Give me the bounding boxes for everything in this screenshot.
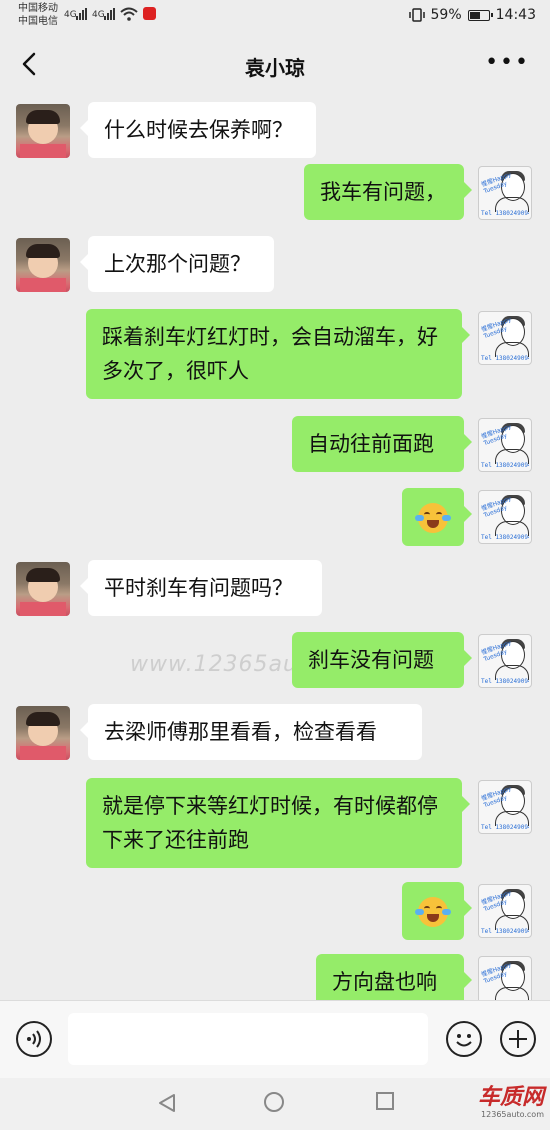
message-text: 自动往前面跑 [308, 432, 434, 456]
sent-message-bubble[interactable]: 我车有问题， [304, 164, 472, 220]
message-text: 踩着刹车灯红灯时，会自动溜车，好多次了，很吓人 [102, 325, 438, 383]
wifi-icon [120, 7, 138, 21]
clock: 14:43 [495, 7, 536, 23]
input-bar [0, 1000, 550, 1078]
sent-message-bubble[interactable]: 就是停下来等红灯时候，有时候都停下来了还往前跑 [86, 778, 470, 868]
system-home-icon[interactable] [264, 1092, 284, 1112]
brand-logo: 车质网 12365auto.com [478, 1086, 544, 1120]
my-avatar[interactable]: 惺惺Happy TuesdayTel 13802490946 [478, 634, 532, 688]
message-row: 什么时候去保养啊？ [0, 102, 550, 158]
my-avatar[interactable]: 惺惺Happy TuesdayTel 13802490946 [478, 956, 532, 1000]
message-row: 惺惺Happy TuesdayTel 13802490946 [0, 882, 550, 940]
contact-avatar[interactable] [16, 706, 70, 760]
sent-message-bubble[interactable] [402, 882, 472, 940]
message-row: 惺惺Happy TuesdayTel 13802490946 自动往前面跑 [0, 416, 550, 472]
battery-percent: 59% [430, 7, 462, 23]
received-message-bubble[interactable]: 平时刹车有问题吗？ [80, 560, 322, 616]
system-recent-apps-icon[interactable] [376, 1092, 394, 1110]
message-text: 上次那个问题？ [104, 252, 251, 276]
network-type-1: 4G [64, 10, 77, 20]
message-text: 方向盘也响 [332, 970, 437, 994]
message-input[interactable] [68, 1013, 428, 1065]
more-functions-button[interactable] [500, 1021, 536, 1057]
message-row: 上次那个问题？ [0, 236, 550, 292]
avatar-tel-text: Tel 13802490946 [481, 678, 529, 685]
message-text: 什么时候去保养啊？ [104, 118, 293, 142]
my-avatar[interactable]: 惺惺Happy TuesdayTel 13802490946 [478, 780, 532, 834]
message-row: 惺惺Happy TuesdayTel 13802490946 就是停下来等红灯时候… [0, 778, 550, 868]
message-row: 惺惺Happy TuesdayTel 13802490946 [0, 488, 550, 546]
my-avatar[interactable]: 惺惺Happy TuesdayTel 13802490946 [478, 166, 532, 220]
contact-avatar[interactable] [16, 238, 70, 292]
sent-message-bubble[interactable]: 自动往前面跑 [292, 416, 472, 472]
avatar-tel-text: Tel 13802490946 [481, 534, 529, 541]
brand-url: 12365auto.com [481, 1110, 544, 1119]
avatar-tel-text: Tel 13802490946 [481, 824, 529, 831]
received-message-bubble[interactable]: 上次那个问题？ [80, 236, 274, 292]
sent-message-bubble[interactable] [402, 488, 472, 546]
signal-icon-2 [104, 8, 115, 20]
emoji-button[interactable] [446, 1021, 482, 1057]
sent-message-bubble[interactable]: 方向盘也响 [316, 954, 472, 1000]
system-back-icon[interactable] [156, 1092, 178, 1114]
network-type-2: 4G [92, 10, 105, 20]
app-notification-icon [143, 7, 156, 20]
chat-title: 袁小琼 [245, 56, 305, 80]
crying-emoji [415, 897, 451, 927]
status-right: 59% 14:43 [408, 7, 536, 23]
message-row: 平时刹车有问题吗？ [0, 560, 550, 616]
voice-icon [27, 1030, 41, 1048]
carrier-1: 中国移动 [18, 3, 58, 14]
chat-header: 袁小琼 ••• [0, 36, 550, 96]
my-avatar[interactable]: 惺惺Happy TuesdayTel 13802490946 [478, 418, 532, 472]
carrier-2: 中国电信 [18, 16, 58, 27]
avatar-tel-text: Tel 13802490946 [481, 462, 529, 469]
contact-avatar[interactable] [16, 562, 70, 616]
more-options-icon[interactable]: ••• [485, 50, 530, 75]
vibrate-icon [408, 8, 425, 22]
brand-name: 车质网 [477, 1085, 544, 1110]
message-text: 我车有问题， [320, 180, 446, 204]
contact-avatar[interactable] [16, 104, 70, 158]
my-avatar[interactable]: 惺惺Happy TuesdayTel 13802490946 [478, 884, 532, 938]
chat-messages[interactable]: www.12365auto.com 什么时候去保养啊？ 惺惺Happy Tuesd… [0, 96, 550, 1000]
message-text: 平时刹车有问题吗？ [104, 576, 293, 600]
sent-message-bubble[interactable]: 踩着刹车灯红灯时，会自动溜车，好多次了，很吓人 [86, 309, 470, 399]
message-row: 去梁师傅那里看看，检查看看 [0, 704, 550, 760]
laughing-crying-emoji [415, 503, 451, 533]
my-avatar[interactable]: 惺惺Happy TuesdayTel 13802490946 [478, 490, 532, 544]
message-row: 惺惺Happy TuesdayTel 13802490946 方向盘也响 [0, 954, 550, 1000]
avatar-tel-text: Tel 13802490946 [481, 928, 529, 935]
status-bar: 中国移动 中国电信 4G 4G 59% 14:43 [0, 0, 550, 36]
avatar-tel-text: Tel 13802490946 [481, 210, 529, 217]
message-text: 就是停下来等红灯时候，有时候都停下来了还往前跑 [102, 794, 438, 852]
sent-message-bubble[interactable]: 刹车没有问题 [292, 632, 472, 688]
avatar-tel-text: Tel 13802490946 [481, 355, 529, 362]
voice-input-button[interactable] [16, 1021, 52, 1057]
battery-icon [467, 9, 493, 21]
system-nav-bar: 车质网 12365auto.com [0, 1078, 550, 1130]
message-row: 惺惺Happy TuesdayTel 13802490946 踩着刹车灯红灯时，会… [0, 309, 550, 399]
received-message-bubble[interactable]: 什么时候去保养啊？ [80, 102, 316, 158]
received-message-bubble[interactable]: 去梁师傅那里看看，检查看看 [80, 704, 422, 760]
smiley-icon [456, 1034, 472, 1047]
plus-icon [509, 1030, 527, 1048]
message-row: 惺惺Happy TuesdayTel 13802490946 刹车没有问题 [0, 632, 550, 688]
my-avatar[interactable]: 惺惺Happy TuesdayTel 13802490946 [478, 311, 532, 365]
signal-icon [76, 8, 87, 20]
message-row: 惺惺Happy TuesdayTel 13802490946 我车有问题， [0, 164, 550, 220]
message-text: 刹车没有问题 [308, 648, 434, 672]
message-text: 去梁师傅那里看看，检查看看 [104, 720, 377, 744]
